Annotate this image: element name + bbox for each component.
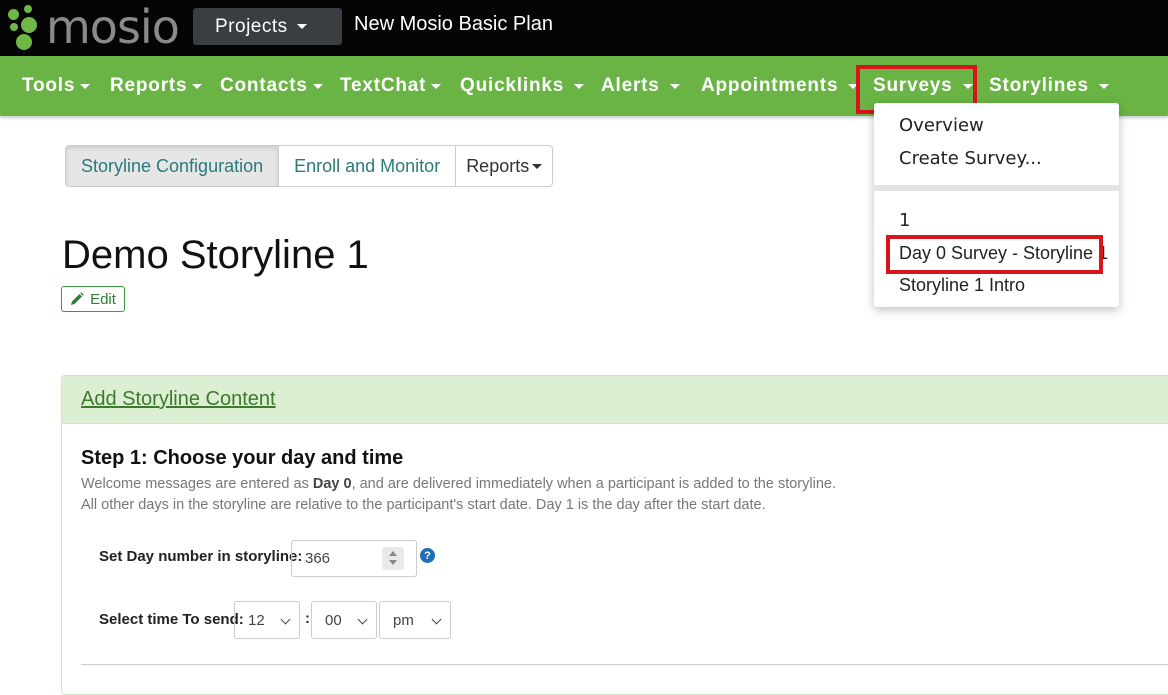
chevron-down-icon: [357, 614, 368, 625]
storyline-tabs: Storyline Configuration Enroll and Monit…: [65, 145, 554, 187]
desc-line-2: All other days in the storyline are rela…: [81, 497, 766, 513]
ampm-value: pm: [393, 611, 414, 629]
desc-text: Welcome messages are entered as: [81, 476, 313, 492]
nav-alerts-label: Alerts: [601, 75, 660, 96]
day-number-label: Set Day number in storyline:: [99, 548, 303, 565]
day-number-value: 366: [305, 550, 331, 567]
spinner-icon[interactable]: [382, 547, 404, 570]
nav-textchat-label: TextChat: [340, 75, 427, 96]
hour-select[interactable]: 12: [234, 601, 300, 639]
menu-item-storyline1-intro[interactable]: Storyline 1 Intro: [899, 275, 1025, 296]
caret-down-icon: [574, 83, 585, 89]
nav-reports[interactable]: Reports: [110, 56, 203, 116]
help-icon[interactable]: ?: [420, 548, 435, 563]
caret-down-icon: [431, 83, 442, 89]
panel-header: Add Storyline Content: [62, 376, 1168, 424]
nav-textchat[interactable]: TextChat: [340, 56, 442, 116]
step-title: Step 1: Choose your day and time: [81, 447, 404, 469]
minute-value: 00: [325, 611, 342, 629]
nav-contacts[interactable]: Contacts: [220, 56, 323, 116]
edit-label: Edit: [90, 290, 116, 308]
add-content-panel: Add Storyline Content Step 1: Choose you…: [61, 375, 1168, 695]
chevron-down-icon: [431, 614, 442, 625]
nav-reports-label: Reports: [110, 75, 188, 96]
add-storyline-content-link[interactable]: Add Storyline Content: [81, 388, 276, 411]
ampm-select[interactable]: pm: [379, 601, 451, 639]
tab-enroll-and-monitor[interactable]: Enroll and Monitor: [279, 146, 457, 186]
edit-button[interactable]: Edit: [61, 286, 125, 312]
time-colon: :: [305, 610, 310, 627]
caret-down-icon: [669, 83, 680, 89]
caret-down-icon: [192, 83, 203, 89]
menu-item-overview[interactable]: Overview: [899, 115, 984, 136]
nav-appointments-label: Appointments: [701, 75, 839, 96]
page-title: Demo Storyline 1: [62, 233, 369, 277]
tab-storyline-configuration[interactable]: Storyline Configuration: [66, 146, 280, 186]
nav-storylines-label: Storylines: [989, 75, 1089, 96]
caret-down-icon: [1098, 83, 1109, 89]
minute-select[interactable]: 00: [311, 601, 377, 639]
projects-dropdown-button[interactable]: Projects: [193, 8, 342, 45]
hour-value: 12: [248, 611, 265, 629]
nav-contacts-label: Contacts: [220, 75, 308, 96]
logo-text: mosio: [46, 0, 180, 54]
caret-down-icon: [532, 163, 543, 169]
caret-down-icon: [296, 24, 307, 29]
tab-label: Enroll and Monitor: [294, 155, 441, 176]
caret-down-icon: [80, 83, 91, 89]
desc-text: , and are delivered immediately when a p…: [351, 476, 836, 492]
day0-survey-highlight-box: [886, 235, 1103, 274]
nav-tools[interactable]: Tools: [22, 56, 91, 116]
step-description: Welcome messages are entered as Day 0, a…: [81, 474, 836, 516]
mosio-logo[interactable]: mosio: [4, 0, 180, 54]
menu-divider: [874, 185, 1119, 191]
time-label: Select time To send:: [99, 611, 244, 628]
chevron-down-icon: [280, 614, 291, 625]
menu-item-survey-1[interactable]: 1: [899, 210, 910, 231]
plan-title: New Mosio Basic Plan: [354, 13, 553, 35]
nav-quicklinks[interactable]: Quicklinks: [460, 56, 585, 116]
tab-label: Storyline Configuration: [81, 155, 264, 176]
desc-bold: Day 0: [312, 476, 352, 492]
tab-label: Reports: [466, 155, 530, 176]
top-bar: mosio Projects New Mosio Basic Plan: [0, 0, 1168, 56]
desc-line-1: Welcome messages are entered as Day 0, a…: [81, 474, 836, 495]
nav-tools-label: Tools: [22, 75, 76, 96]
pencil-icon: [71, 292, 84, 305]
logo-mark-icon: [4, 3, 46, 51]
divider: [81, 664, 1168, 665]
caret-down-icon: [312, 83, 323, 89]
nav-alerts[interactable]: Alerts: [601, 56, 680, 116]
nav-appointments[interactable]: Appointments: [701, 56, 859, 116]
day-number-input[interactable]: 366: [291, 540, 417, 577]
tab-reports[interactable]: Reports: [456, 146, 552, 186]
nav-quicklinks-label: Quicklinks: [460, 75, 565, 96]
menu-item-create-survey[interactable]: Create Survey...: [899, 148, 1042, 169]
surveys-dropdown-menu: Overview Create Survey... 1 Day 0 Survey…: [874, 103, 1119, 307]
projects-label: Projects: [215, 15, 288, 37]
